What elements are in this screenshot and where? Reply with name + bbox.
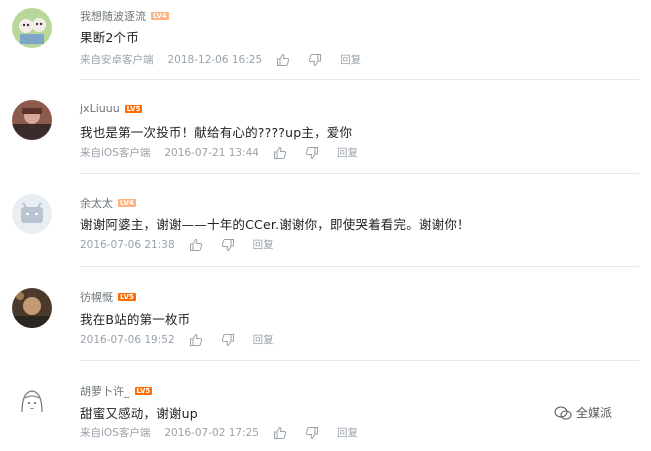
level-badge: LV4 <box>118 199 136 207</box>
thumbs-up-icon[interactable] <box>273 146 287 160</box>
divider <box>80 360 639 361</box>
watermark-text: 全媒派 <box>576 406 613 420</box>
reply-button[interactable]: 回复 <box>337 425 358 440</box>
divider <box>80 266 639 267</box>
thumbs-up-icon[interactable] <box>189 238 203 252</box>
thumbs-down-icon[interactable] <box>305 426 319 440</box>
thumbs-down-icon[interactable] <box>221 238 235 252</box>
comment-text: 谢谢阿婆主，谢谢——十年的CCer.谢谢你，即使哭着看完。谢谢你！ <box>80 217 470 232</box>
thumbs-down-icon[interactable] <box>305 146 319 160</box>
reply-button[interactable]: 回复 <box>253 332 274 347</box>
thumbs-up-icon[interactable] <box>276 53 290 67</box>
username[interactable]: 胡萝卜许_ LV5 <box>80 383 153 399</box>
divider <box>80 173 639 174</box>
thumbs-up-icon[interactable] <box>189 333 203 347</box>
comment-meta: 来自iOS客户端 2016-07-02 17:25 回复 <box>80 425 358 440</box>
username-text[interactable]: 胡萝卜许_ <box>80 383 130 399</box>
timestamp: 2016-07-21 13:44 <box>164 146 259 159</box>
comment-text: 果断2个币 <box>80 30 139 45</box>
username-text[interactable]: 彷幌慨 <box>80 289 113 305</box>
level-badge: LV4 <box>151 12 169 20</box>
username-text[interactable]: 余太太 <box>80 195 113 211</box>
avatar[interactable] <box>12 8 52 48</box>
avatar[interactable] <box>12 288 52 328</box>
comment-meta: 来自安卓客户端 2018-12-06 16:25 回复 <box>80 52 361 67</box>
wechat-icon <box>554 406 572 419</box>
client-source: 来自iOS客户端 <box>80 427 151 439</box>
thumbs-down-icon[interactable] <box>308 53 322 67</box>
username-text[interactable]: 我想随波逐流 <box>80 8 146 24</box>
comment-text: 我在B站的第一枚币 <box>80 312 191 327</box>
avatar[interactable] <box>12 100 52 140</box>
level-badge: LV5 <box>124 104 143 113</box>
username[interactable]: jxLiuuu LV5 <box>80 102 143 115</box>
thumbs-up-icon[interactable] <box>273 426 287 440</box>
comment-meta: 来自iOS客户端 2016-07-21 13:44 回复 <box>80 145 358 160</box>
comment-meta: 2016-07-06 21:38 回复 <box>80 237 274 252</box>
client-source: 来自iOS客户端 <box>80 147 151 159</box>
divider <box>80 79 639 80</box>
reply-button[interactable]: 回复 <box>340 52 361 67</box>
avatar[interactable] <box>12 194 52 234</box>
username[interactable]: 我想随波逐流 LV4 <box>80 8 169 24</box>
comment-meta: 2016-07-06 19:52 回复 <box>80 332 274 347</box>
reply-button[interactable]: 回复 <box>253 237 274 252</box>
timestamp: 2016-07-06 19:52 <box>80 333 175 346</box>
comment-text: 甜蜜又感动，谢谢up <box>80 406 198 421</box>
username[interactable]: 彷幌慨 LV5 <box>80 289 136 305</box>
comment-text: 我也是第一次投币！献给有心的????up主，爱你 <box>80 125 353 140</box>
reply-button[interactable]: 回复 <box>337 145 358 160</box>
timestamp: 2018-12-06 16:25 <box>167 53 263 66</box>
thumbs-down-icon[interactable] <box>221 333 235 347</box>
level-badge: LV5 <box>134 387 153 395</box>
watermark: 全媒派 <box>554 404 612 421</box>
username[interactable]: 余太太 LV4 <box>80 195 136 211</box>
username-text[interactable]: jxLiuuu <box>80 102 120 115</box>
timestamp: 2016-07-06 21:38 <box>80 238 175 251</box>
level-badge: LV5 <box>118 293 136 301</box>
client-source: 来自安卓客户端 <box>80 54 154 66</box>
timestamp: 2016-07-02 17:25 <box>164 426 259 439</box>
avatar[interactable] <box>12 382 52 422</box>
